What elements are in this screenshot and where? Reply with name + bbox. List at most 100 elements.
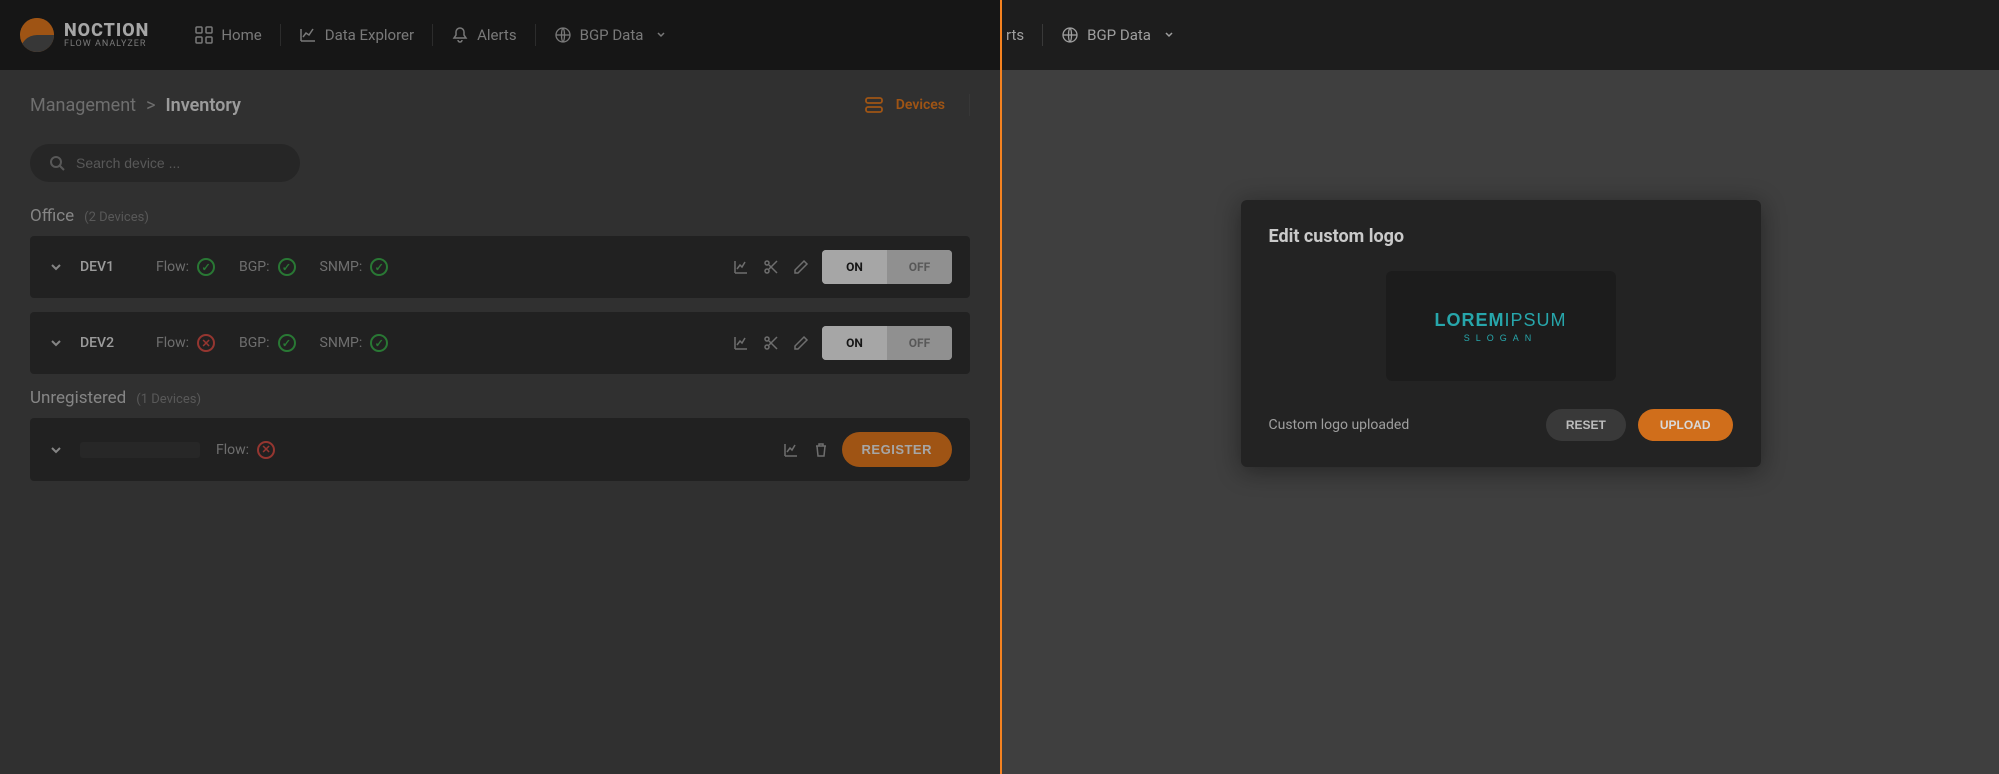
status-ok-icon: ✓ (278, 258, 296, 276)
top-nav: NOCTION FLOW ANALYZER Home Data Explorer (0, 0, 1000, 70)
group-name: Unregistered (30, 388, 126, 408)
snmp-label: SNMP: (320, 335, 363, 351)
snmp-status: SNMP: ✓ (320, 258, 389, 276)
scissors-icon[interactable] (762, 334, 780, 352)
device-toggle[interactable]: ON OFF (822, 326, 952, 360)
flow-status: Flow: ✕ (156, 334, 215, 352)
group-device-count: (1 Devices) (136, 392, 201, 407)
register-button[interactable]: REGISTER (842, 432, 952, 467)
status-ok-icon: ✓ (370, 258, 388, 276)
device-toggle[interactable]: ON OFF (822, 250, 952, 284)
grid-icon (195, 26, 213, 44)
status-ok-icon: ✓ (197, 258, 215, 276)
flow-status: Flow: ✕ (216, 441, 275, 459)
chart-icon[interactable] (732, 334, 750, 352)
tab-separator (969, 94, 970, 116)
preview-line1-bold: LOREM (1434, 310, 1504, 330)
modal-title: Edit custom logo (1269, 226, 1733, 247)
status-ok-icon: ✓ (278, 334, 296, 352)
inventory-body: Management > Inventory Devices (0, 70, 1000, 519)
snmp-status: SNMP: ✓ (320, 334, 389, 352)
right-pane: rts BGP Data Edit custom logo LORE (1002, 0, 1999, 774)
nav-data-explorer[interactable]: Data Explorer (285, 20, 428, 50)
toggle-off[interactable]: OFF (887, 326, 952, 360)
trash-icon[interactable] (812, 441, 830, 459)
search-box[interactable] (30, 144, 300, 182)
edit-icon[interactable] (792, 334, 810, 352)
logo-preview: LOREMIPSUM SLOGAN (1386, 271, 1616, 381)
group-header-unregistered: Unregistered (1 Devices) (30, 388, 970, 408)
nav-bgp-data-label: BGP Data (1087, 26, 1151, 44)
preview-line2: SLOGAN (1464, 333, 1538, 343)
expand-toggle[interactable] (48, 442, 64, 458)
nav-alerts-partial-label: rts (1006, 26, 1024, 44)
app-logo[interactable]: NOCTION FLOW ANALYZER (20, 18, 149, 52)
brand-subtitle: FLOW ANALYZER (64, 40, 149, 49)
globe-icon (1061, 26, 1079, 44)
nav-data-explorer-label: Data Explorer (325, 26, 414, 44)
chart-line-icon (299, 26, 317, 44)
nav-bgp-data[interactable]: BGP Data (1047, 20, 1189, 50)
flow-label: Flow: (216, 442, 249, 458)
edit-icon[interactable] (792, 258, 810, 276)
logo-mark-icon (20, 18, 54, 52)
status-bad-icon: ✕ (197, 334, 215, 352)
nav-home[interactable]: Home (181, 20, 275, 50)
nav-separator (535, 24, 536, 46)
brand-name: NOCTION (64, 22, 149, 40)
nav-bgp-data-label: BGP Data (580, 26, 644, 44)
edit-logo-modal: Edit custom logo LOREMIPSUM SLOGAN Custo… (1241, 200, 1761, 467)
bgp-label: BGP: (239, 335, 269, 351)
device-name-redacted (80, 442, 200, 458)
bgp-status: BGP: ✓ (239, 258, 295, 276)
breadcrumb-sep: > (146, 95, 155, 116)
group-header-office: Office (2 Devices) (30, 206, 970, 226)
flow-label: Flow: (156, 259, 189, 275)
view-tab-devices-label: Devices (896, 97, 945, 113)
globe-icon (554, 26, 572, 44)
nav-separator (432, 24, 433, 46)
nav-alerts[interactable]: Alerts (437, 20, 531, 50)
toggle-on[interactable]: ON (822, 250, 887, 284)
expand-toggle[interactable] (48, 259, 64, 275)
upload-button[interactable]: UPLOAD (1638, 409, 1733, 441)
device-name: DEV2 (80, 335, 140, 351)
scissors-icon[interactable] (762, 258, 780, 276)
devices-icon (864, 95, 884, 115)
nav-alerts-label: Alerts (477, 26, 517, 44)
breadcrumb: Management > Inventory (30, 95, 241, 116)
chart-icon[interactable] (732, 258, 750, 276)
status-bad-icon: ✕ (257, 441, 275, 459)
group-name: Office (30, 206, 74, 226)
snmp-label: SNMP: (320, 259, 363, 275)
nav-alerts-partial[interactable]: rts (1002, 20, 1038, 50)
nav-home-label: Home (221, 26, 261, 44)
chart-icon[interactable] (782, 441, 800, 459)
flow-label: Flow: (156, 335, 189, 351)
view-tab-devices[interactable]: Devices (864, 94, 970, 116)
reset-button[interactable]: RESET (1546, 409, 1626, 441)
nav-bgp-data[interactable]: BGP Data (540, 20, 682, 50)
toggle-on[interactable]: ON (822, 326, 887, 360)
group-device-count: (2 Devices) (84, 210, 149, 225)
toggle-off[interactable]: OFF (887, 250, 952, 284)
breadcrumb-root[interactable]: Management (30, 95, 136, 116)
nav-separator (1042, 24, 1043, 46)
search-icon (48, 154, 66, 172)
status-ok-icon: ✓ (370, 334, 388, 352)
top-nav: rts BGP Data (1002, 0, 1999, 70)
device-name: DEV1 (80, 259, 140, 275)
device-row: Flow: ✕ REGISTER (30, 418, 970, 481)
chevron-down-icon (1163, 29, 1175, 41)
breadcrumb-current: Inventory (165, 95, 240, 116)
flow-status: Flow: ✓ (156, 258, 215, 276)
expand-toggle[interactable] (48, 335, 64, 351)
chevron-down-icon (655, 29, 667, 41)
left-pane: NOCTION FLOW ANALYZER Home Data Explorer (0, 0, 1000, 774)
search-input[interactable] (76, 155, 282, 171)
bgp-label: BGP: (239, 259, 269, 275)
device-row: DEV2 Flow: ✕ BGP: ✓ SNMP: ✓ (30, 312, 970, 374)
bell-icon (451, 26, 469, 44)
nav-separator (280, 24, 281, 46)
upload-status-msg: Custom logo uploaded (1269, 417, 1410, 433)
